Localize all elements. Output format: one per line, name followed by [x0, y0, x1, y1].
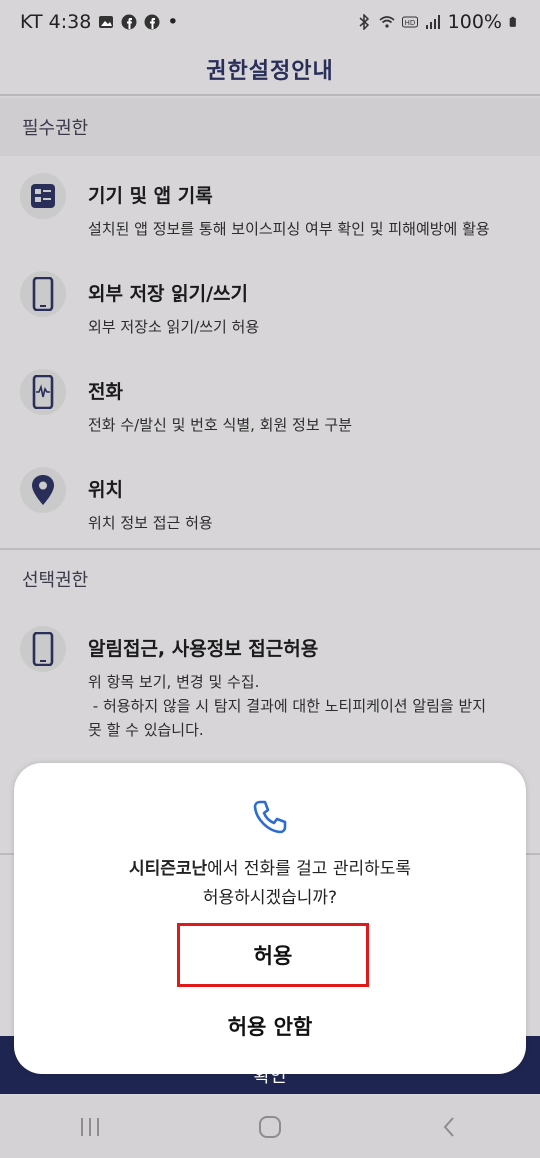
permission-desc: 위치 정보 접근 허용	[88, 514, 213, 532]
dialog-message: 시티즌코난에서 전화를 걸고 관리하도록 허용하시겠습니까?	[14, 855, 526, 913]
permission-title: 외부 저장 읽기/쓰기	[88, 283, 249, 305]
location-pin-icon	[20, 467, 66, 513]
recent-apps-icon[interactable]	[78, 1116, 102, 1138]
permission-desc-line: 위 항목 보기, 변경 및 수집.	[88, 673, 260, 691]
page-title: 권한설정안내	[206, 59, 334, 84]
permission-dialog: 시티즌코난에서 전화를 걸고 관리하도록 허용하시겠습니까? 허용 허용 안함	[14, 763, 526, 1074]
list-icon	[20, 173, 66, 219]
phone-device-icon	[20, 271, 66, 317]
permission-item-app-history: 기기 및 앱 기록 설치된 앱 정보를 통해 보이스피싱 여부 확인 및 피해예…	[0, 165, 540, 257]
carrier-time: KT 4:38	[20, 11, 92, 33]
required-section-heading: 필수권한	[0, 98, 540, 156]
dialog-message-line2: 허용하시겠습니까?	[202, 888, 338, 908]
permission-desc-line: - 허용하지 않을 시 탐지 결과에 대한 노티피케이션 알림을 받지	[88, 697, 487, 715]
permission-title: 위치	[88, 479, 123, 501]
back-icon[interactable]	[438, 1115, 462, 1139]
permission-item-notification-access: 알림접근, 사용정보 접근허용 위 항목 보기, 변경 및 수집. - 허용하지…	[0, 618, 540, 768]
battery-icon	[509, 16, 516, 27]
home-icon[interactable]	[258, 1115, 282, 1139]
permission-title: 전화	[88, 381, 123, 403]
status-bar: KT 4:38 • HD 100%	[0, 0, 540, 44]
svg-text:HD: HD	[404, 19, 415, 27]
permission-item-location: 위치 위치 정보 접근 허용	[0, 459, 540, 547]
page-header: 권한설정안내	[0, 44, 540, 96]
phone-call-icon	[253, 800, 287, 834]
permission-title: 알림접근, 사용정보 접근허용	[88, 638, 319, 660]
battery-percent: 100%	[447, 11, 502, 33]
system-navigation-bar	[0, 1096, 540, 1158]
allow-button[interactable]: 허용	[177, 923, 369, 987]
permission-desc: 위 항목 보기, 변경 및 수집. - 허용하지 않을 시 탐지 결과에 대한 …	[88, 670, 540, 742]
call-device-icon	[20, 369, 66, 415]
permission-desc: 외부 저장소 읽기/쓰기 허용	[88, 318, 260, 336]
phone-device-icon	[20, 626, 66, 672]
permission-item-phone: 전화 전화 수/발신 및 번호 식별, 회원 정보 구분	[0, 361, 540, 453]
deny-button[interactable]: 허용 안함	[170, 1001, 370, 1051]
permission-title: 기기 및 앱 기록	[88, 185, 213, 207]
dialog-app-name: 시티즌코난	[128, 859, 208, 879]
permission-desc: 전화 수/발신 및 번호 식별, 회원 정보 구분	[88, 416, 352, 434]
gallery-notification-icon	[99, 16, 114, 28]
optional-section-heading: 선택권한	[0, 550, 540, 608]
status-bar-right: HD 100%	[356, 11, 520, 33]
status-bar-left: KT 4:38 •	[20, 11, 179, 33]
facebook-notification-icon	[121, 14, 137, 30]
wifi-icon	[379, 16, 395, 28]
signal-icon	[425, 15, 440, 29]
permission-item-storage: 외부 저장 읽기/쓰기 외부 저장소 읽기/쓰기 허용	[0, 263, 540, 355]
permission-desc-line: 못 할 수 있습니다.	[88, 721, 204, 739]
facebook-notification-icon-2	[144, 14, 160, 30]
dialog-message-text: 에서 전화를 걸고 관리하도록	[207, 859, 412, 879]
bluetooth-icon	[359, 14, 369, 30]
more-notifications-dot: •	[167, 11, 179, 33]
hd-volte-icon: HD	[401, 16, 418, 28]
dialog-message-line1: 시티즌코난에서 전화를 걸고 관리하도록	[14, 855, 526, 884]
permission-desc: 설치된 앱 정보를 통해 보이스피싱 여부 확인 및 피해예방에 활용	[88, 220, 490, 238]
